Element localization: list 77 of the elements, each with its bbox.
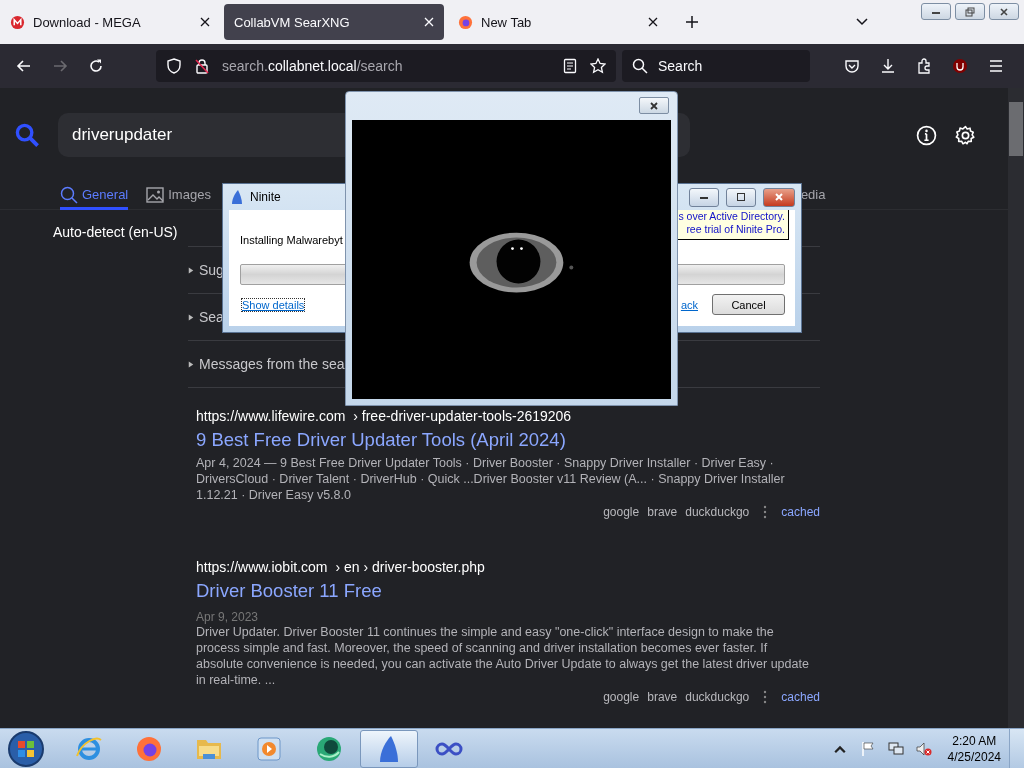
close-button[interactable] — [989, 3, 1019, 20]
more-icon[interactable] — [763, 690, 768, 704]
forward-icon[interactable] — [52, 58, 68, 74]
restore-button[interactable] — [955, 3, 985, 20]
engine-label: duckduckgo — [685, 690, 750, 704]
info-icon[interactable] — [916, 124, 937, 146]
close-icon[interactable] — [200, 17, 210, 27]
pocket-icon[interactable] — [844, 58, 860, 74]
browser-tab[interactable]: CollabVM SearXNG — [224, 4, 444, 40]
close-icon[interactable] — [648, 17, 658, 27]
cached-link[interactable]: cached — [781, 690, 820, 704]
back-icon[interactable] — [16, 58, 32, 74]
chevron-down-icon[interactable] — [856, 18, 868, 26]
result-snippet: Driver Updater. Driver Booster 11 continues the simple and easy "one-click" interface design to make the process simple and fast. Moreover, the speed of scanning and driver installation becomes ever faster. If absolute convenience is needed, you can activate the Auto Driver Update to always get the latest driver update in real-time. ... — [196, 624, 810, 688]
status-text: Installing Malwarebyt — [240, 234, 343, 246]
start-button[interactable] — [6, 728, 46, 768]
caret-right-icon[interactable] — [188, 360, 194, 368]
promo-link[interactable]: s over Active Directory. — [678, 210, 785, 223]
new-tab-icon[interactable] — [686, 16, 698, 28]
cached-link[interactable]: cached — [781, 505, 820, 519]
lock-icon — [194, 58, 210, 74]
engine-label: google — [603, 505, 640, 519]
restore-icon — [965, 6, 975, 17]
close-icon — [999, 6, 1009, 17]
browser-tab[interactable]: New Tab — [448, 4, 668, 40]
network-icon[interactable] — [887, 740, 904, 757]
scrollbar[interactable] — [1008, 88, 1024, 728]
promo-link[interactable]: ree trial of Ninite Pro. — [686, 223, 785, 236]
result-snippet: Apr 4, 2024 — 9 Best Free Driver Updater Tools · Driver Booster · Snappy Driver Installer · Driver Easy · DriversCloud · Driver Talent · DriverHub · Quick ...Driver Booster v11 Review (A... · Snappy Driver Installer 1.12.21 · Driver Easy v5.8.0 — [196, 455, 786, 503]
flag-icon[interactable] — [859, 740, 876, 757]
result-date: Apr 9, 2023 — [196, 610, 260, 624]
search-field[interactable]: Search — [622, 50, 810, 82]
reload-icon[interactable] — [88, 58, 104, 74]
window-title: Ninite — [250, 190, 281, 204]
volume-muted-icon[interactable] — [915, 740, 932, 757]
search-icon — [60, 185, 78, 204]
engine-label: google — [603, 690, 640, 704]
close-icon — [774, 192, 784, 202]
maximize-button[interactable] — [726, 187, 756, 207]
caret-right-icon[interactable] — [188, 313, 194, 321]
settings-icon[interactable] — [955, 124, 976, 146]
close-button[interactable] — [639, 97, 669, 115]
more-icon[interactable] — [763, 505, 768, 519]
result-title[interactable]: 9 Best Free Driver Updater Tools (April 2024) — [196, 429, 820, 451]
minimize-button[interactable] — [921, 3, 951, 20]
category-tab[interactable]: Images — [146, 179, 211, 210]
clock-date[interactable]: 4/25/2024 — [947, 748, 1001, 765]
result-title[interactable]: Driver Booster 11 Free — [196, 580, 820, 602]
engine-label: duckduckgo — [685, 505, 750, 519]
search-icon[interactable] — [15, 122, 40, 148]
engine-label: brave — [647, 505, 678, 519]
clock-time[interactable]: 2:20 AM — [952, 732, 997, 749]
star-icon[interactable] — [590, 58, 606, 74]
download-icon[interactable] — [880, 58, 896, 74]
show-details-link[interactable]: Show details — [242, 298, 305, 311]
image-icon — [146, 185, 165, 204]
search-icon — [632, 58, 648, 74]
cancel-button[interactable]: Cancel — [712, 294, 785, 315]
maximize-icon — [736, 192, 746, 202]
panel-heading[interactable]: Messages from the sea — [199, 356, 345, 372]
result-url[interactable]: https://www.iobit.com › en › driver-booster.php — [196, 559, 820, 575]
category-tab[interactable]: General — [60, 179, 129, 210]
category-tab[interactable]: edia — [800, 179, 826, 210]
language-label: Auto-detect (en-US) — [52, 224, 179, 242]
taskbar-button[interactable] — [360, 729, 418, 768]
caret-right-icon[interactable] — [188, 266, 194, 274]
extensions-icon[interactable] — [916, 58, 932, 74]
shield-icon — [166, 58, 182, 74]
reader-view-icon[interactable] — [562, 58, 578, 74]
close-icon — [649, 100, 659, 111]
feedback-link[interactable]: ack — [680, 298, 698, 311]
minimize-button[interactable] — [689, 187, 719, 207]
result-url[interactable]: https://www.lifewire.com › free-driver-updater-tools-2619206 — [196, 408, 820, 424]
menu-icon[interactable] — [988, 58, 1004, 74]
address-bar[interactable]: search.collabnet.local/search — [156, 50, 616, 82]
browser-tab[interactable]: Download - MEGA — [0, 4, 220, 40]
engine-label: brave — [647, 690, 678, 704]
